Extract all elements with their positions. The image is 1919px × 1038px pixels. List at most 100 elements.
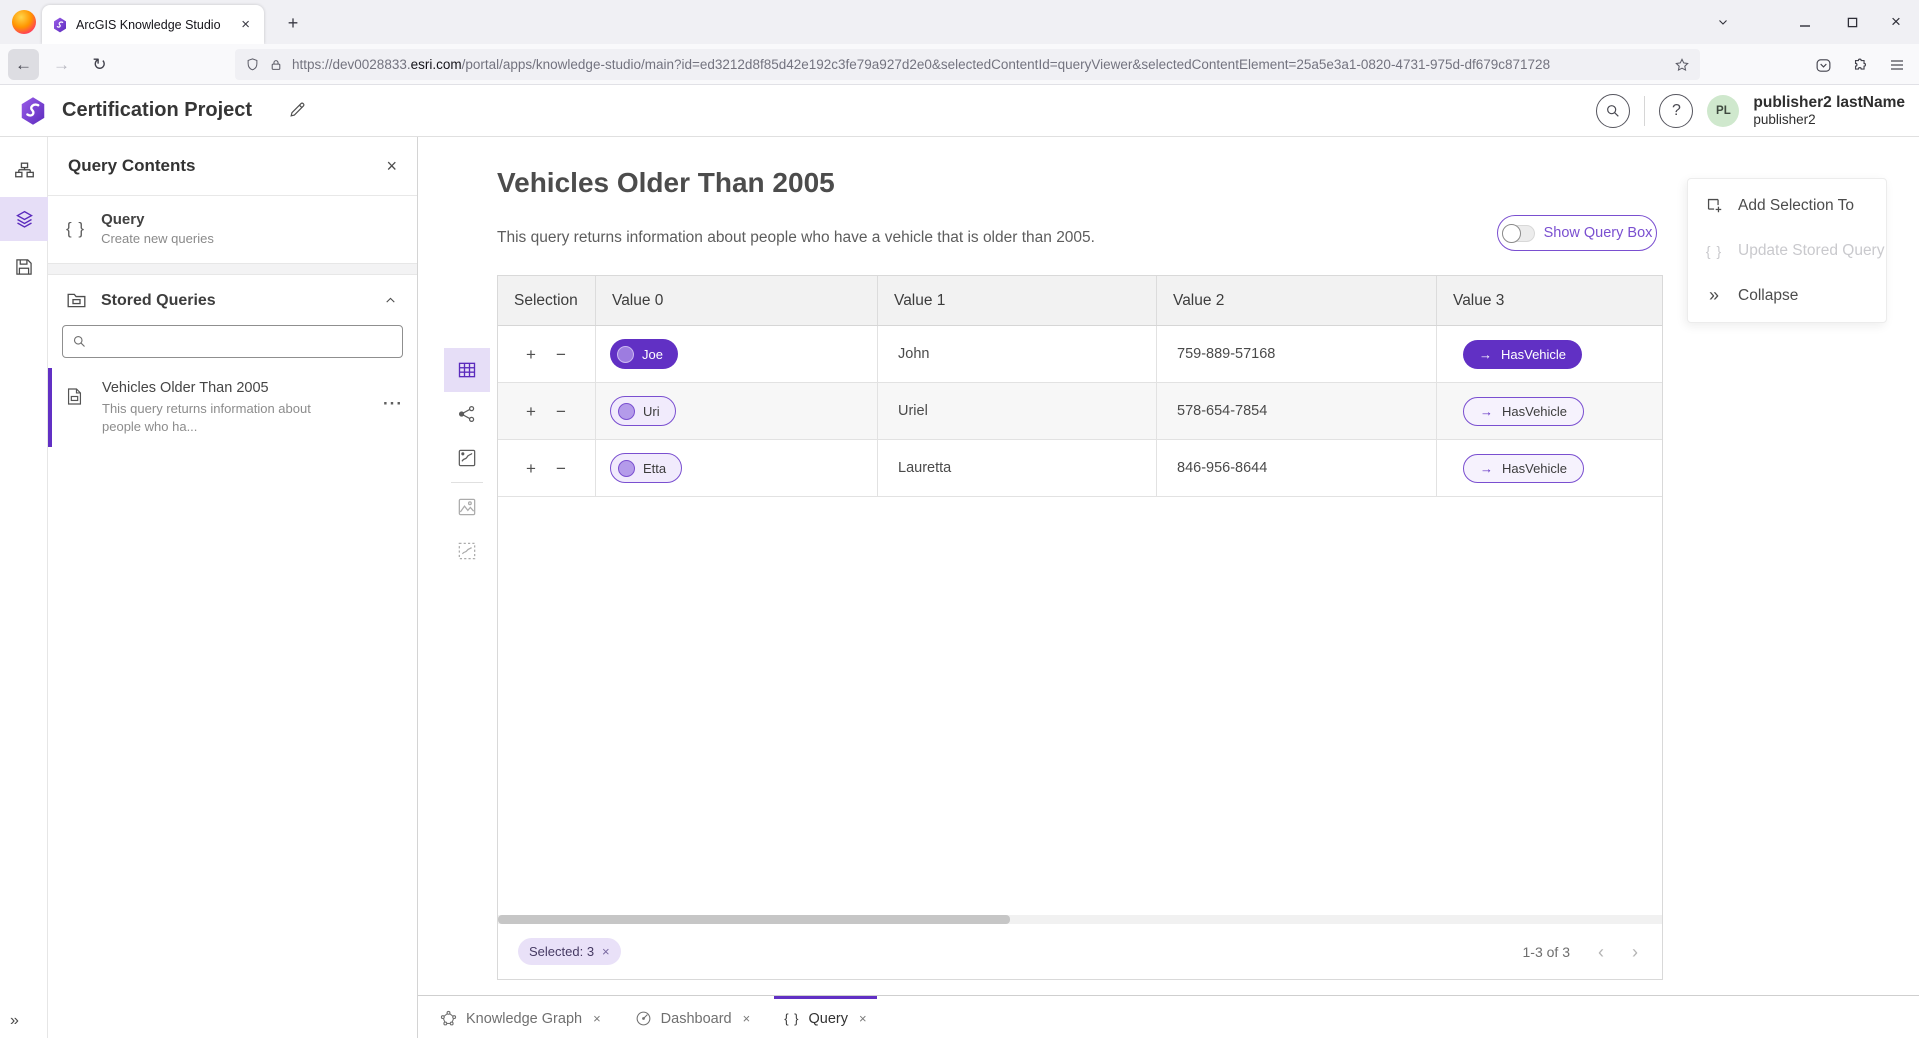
add-to-selection-button[interactable]: + (526, 403, 536, 420)
tab-query[interactable]: { } Query × (774, 996, 876, 1038)
show-query-box-toggle[interactable]: Show Query Box (1497, 215, 1657, 251)
add-to-selection-button[interactable]: + (526, 460, 536, 477)
user-info[interactable]: publisher2 lastName publisher2 (1753, 93, 1905, 129)
cell-value1[interactable]: Uriel (878, 383, 1157, 439)
relationship-pill[interactable]: →HasVehicle (1463, 397, 1584, 426)
search-input[interactable] (95, 334, 393, 349)
arrow-right-icon: → (1480, 461, 1493, 476)
stored-queries-search[interactable] (62, 325, 403, 358)
cell-value1[interactable]: John (878, 326, 1157, 382)
tab-list-dropdown-icon[interactable] (1700, 0, 1746, 44)
relationship-pill[interactable]: →HasVehicle (1463, 454, 1584, 483)
add-selection-icon (1703, 196, 1725, 215)
reload-button[interactable]: ↻ (84, 49, 115, 80)
entity-pill[interactable]: Etta (610, 453, 682, 483)
entity-pill[interactable]: Uri (610, 396, 676, 426)
chevron-up-icon[interactable] (384, 294, 397, 307)
braces-icon: { } (1703, 243, 1725, 259)
entity-dot-icon (618, 403, 635, 420)
stored-query-description: This query returns information about peo… (102, 400, 330, 435)
help-icon[interactable]: ? (1659, 94, 1693, 128)
cell-value2[interactable]: 759-889-57168 (1157, 326, 1437, 382)
tab-close-icon[interactable]: × (859, 1011, 867, 1026)
toggle-knob[interactable] (1502, 224, 1521, 243)
firefox-logo-icon[interactable] (12, 10, 36, 34)
tab-close-icon[interactable]: × (743, 1011, 751, 1026)
search-icon[interactable] (1596, 94, 1630, 128)
menu-item-update-stored-query[interactable]: { } Update Stored Query (1688, 228, 1886, 273)
scrollbar-thumb[interactable] (498, 915, 1010, 924)
link-chart-view-icon[interactable] (444, 392, 490, 436)
arcgis-knowledge-logo (18, 96, 48, 131)
relationship-pill[interactable]: →HasVehicle (1463, 340, 1582, 369)
column-header-value1[interactable]: Value 1 (878, 276, 1157, 325)
next-page-icon[interactable]: › (1632, 943, 1638, 961)
table-actions-menu: Add Selection To { } Update Stored Query… (1687, 178, 1887, 323)
toggle-track[interactable] (1502, 225, 1535, 242)
column-header-value3[interactable]: Value 3 (1437, 276, 1662, 325)
remove-from-selection-button[interactable]: − (556, 403, 566, 420)
toolstrip-divider (451, 482, 483, 483)
window-close-button[interactable]: × (1873, 0, 1919, 44)
new-query-item[interactable]: { } Query Create new queries (48, 196, 417, 263)
folder-icon (66, 290, 87, 311)
search-magnifier-icon (72, 334, 87, 349)
cell-value2[interactable]: 846-956-8644 (1157, 440, 1437, 496)
tab-close-icon[interactable]: × (237, 16, 254, 33)
clear-selection-icon[interactable]: × (602, 944, 610, 959)
contents-layers-icon[interactable] (0, 197, 48, 241)
table-view-icon[interactable] (444, 348, 490, 392)
menu-item-add-selection-to[interactable]: Add Selection To (1688, 183, 1886, 228)
column-header-selection[interactable]: Selection (498, 276, 596, 325)
previous-page-icon[interactable]: ‹ (1598, 943, 1604, 961)
browser-tab[interactable]: ArcGIS Knowledge Studio × (42, 5, 264, 44)
stored-queries-title: Stored Queries (101, 292, 370, 310)
user-role: publisher2 (1753, 112, 1905, 129)
cell-value2[interactable]: 578-654-7854 (1157, 383, 1437, 439)
tab-dashboard[interactable]: Dashboard × (625, 996, 761, 1038)
tab-close-icon[interactable]: × (593, 1011, 601, 1026)
add-to-selection-button[interactable]: + (526, 346, 536, 363)
menu-hamburger-icon[interactable] (1883, 51, 1911, 79)
edit-title-pencil-icon[interactable] (288, 100, 307, 124)
avatar[interactable]: PL (1707, 95, 1739, 127)
panel-title: Query Contents (68, 156, 386, 176)
window-minimize-button[interactable] (1782, 0, 1828, 44)
item-options-ellipsis-icon[interactable]: ··· (383, 394, 403, 414)
new-tab-button[interactable]: + (276, 8, 310, 38)
save-icon[interactable] (0, 245, 48, 289)
query-contents-panel: Query Contents × { } Query Create new qu… (48, 137, 418, 1038)
entity-pill[interactable]: Joe (610, 339, 678, 369)
new-map-view-icon[interactable] (444, 485, 490, 529)
left-rail: » (0, 137, 48, 1038)
url-bar[interactable]: https://dev0028833.esri.com/portal/apps/… (235, 49, 1700, 80)
bookmark-star-icon[interactable] (1674, 57, 1690, 73)
menu-item-collapse[interactable]: » Collapse (1688, 273, 1886, 318)
lock-icon[interactable] (269, 58, 283, 72)
table-footer: Selected: 3 × 1-3 of 3 ‹ › (498, 924, 1662, 979)
expand-rail-icon[interactable]: » (10, 1012, 19, 1030)
selection-map-view-icon[interactable] (444, 529, 490, 573)
map-view-icon[interactable] (444, 436, 490, 480)
tracking-shield-icon[interactable] (245, 57, 260, 72)
pocket-icon[interactable] (1809, 51, 1837, 79)
pagination-label: 1-3 of 3 (1523, 944, 1570, 960)
back-button[interactable]: ← (8, 49, 39, 80)
remove-from-selection-button[interactable]: − (556, 460, 566, 477)
forward-button[interactable]: → (46, 49, 77, 80)
window-maximize-button[interactable] (1829, 0, 1875, 44)
remove-from-selection-button[interactable]: − (556, 346, 566, 363)
column-header-value0[interactable]: Value 0 (596, 276, 878, 325)
arrow-right-icon: → (1479, 347, 1492, 362)
horizontal-scrollbar[interactable] (498, 915, 1662, 924)
selected-count-chip[interactable]: Selected: 3 × (518, 938, 621, 965)
data-model-icon[interactable] (0, 149, 48, 193)
arcgis-favicon-icon (52, 17, 68, 33)
column-header-value2[interactable]: Value 2 (1157, 276, 1437, 325)
panel-close-icon[interactable]: × (386, 156, 397, 177)
stored-query-item[interactable]: Vehicles Older Than 2005 This query retu… (48, 368, 417, 447)
cell-value1[interactable]: Lauretta (878, 440, 1157, 496)
tab-knowledge-graph[interactable]: Knowledge Graph × (430, 996, 611, 1038)
extensions-puzzle-icon[interactable] (1846, 51, 1874, 79)
stored-queries-header[interactable]: Stored Queries (48, 275, 417, 320)
